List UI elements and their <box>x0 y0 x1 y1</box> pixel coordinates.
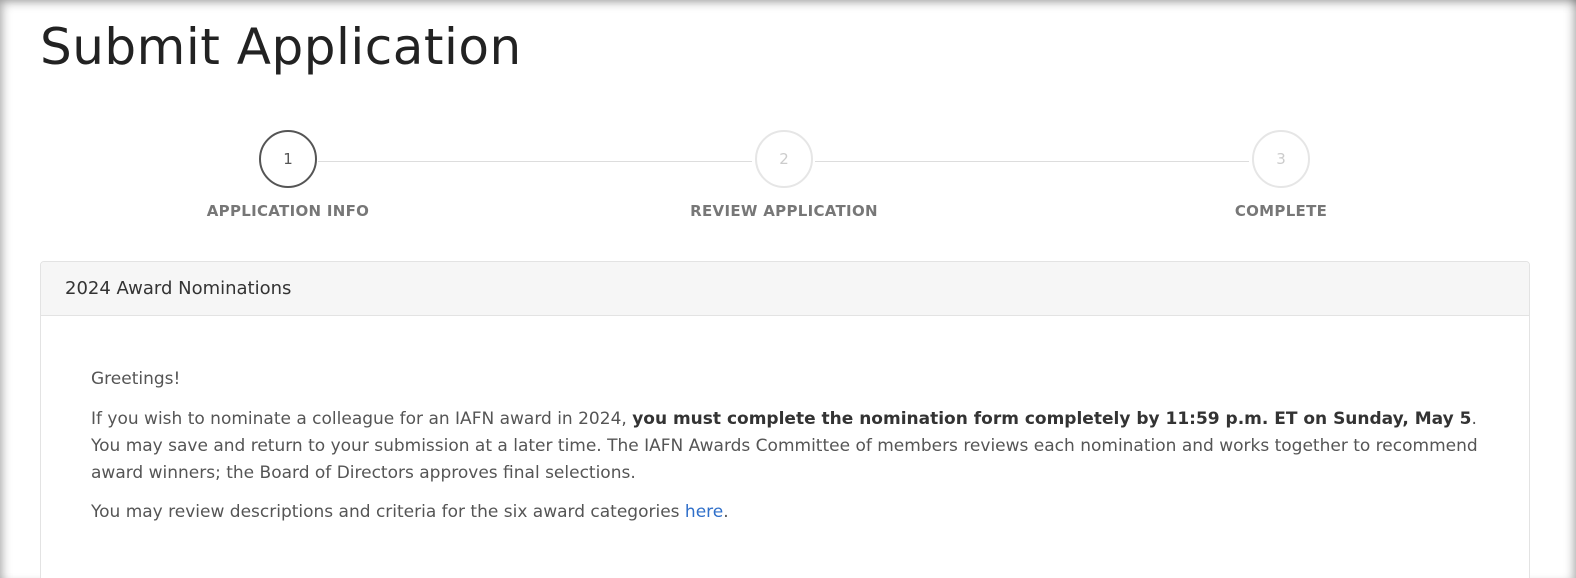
instructions-text: If you wish to nominate a colleague for … <box>91 409 633 429</box>
progress-stepper: 1 APPLICATION INFO 2 REVIEW APPLICATION … <box>40 130 1530 230</box>
nominations-panel: 2024 Award Nominations Greetings! If you… <box>40 261 1530 578</box>
page-title: Submit Application <box>40 18 522 76</box>
step-number-circle: 3 <box>1252 130 1310 188</box>
criteria-text: You may review descriptions and criteria… <box>91 502 685 522</box>
greeting-text: Greetings! <box>91 369 181 389</box>
step-complete[interactable]: 3 COMPLETE <box>1121 130 1441 220</box>
criteria-link[interactable]: here <box>685 502 723 522</box>
criteria-note: You may review descriptions and criteria… <box>91 499 1479 526</box>
step-label: APPLICATION INFO <box>206 202 370 220</box>
step-label: REVIEW APPLICATION <box>690 202 878 220</box>
deadline-text: you must complete the nomination form co… <box>632 409 1472 429</box>
step-review-application[interactable]: 2 REVIEW APPLICATION <box>624 130 944 220</box>
step-application-info[interactable]: 1 APPLICATION INFO <box>128 130 448 220</box>
panel-body: Greetings! If you wish to nominate a col… <box>41 316 1529 526</box>
application-window: Submit Application 1 APPLICATION INFO 2 … <box>0 0 1576 578</box>
nomination-instructions: If you wish to nominate a colleague for … <box>91 406 1479 487</box>
panel-heading: 2024 Award Nominations <box>41 262 1529 316</box>
step-number-circle: 2 <box>755 130 813 188</box>
step-label: COMPLETE <box>1234 202 1328 220</box>
step-number-circle: 1 <box>259 130 317 188</box>
criteria-period: . <box>723 502 729 522</box>
